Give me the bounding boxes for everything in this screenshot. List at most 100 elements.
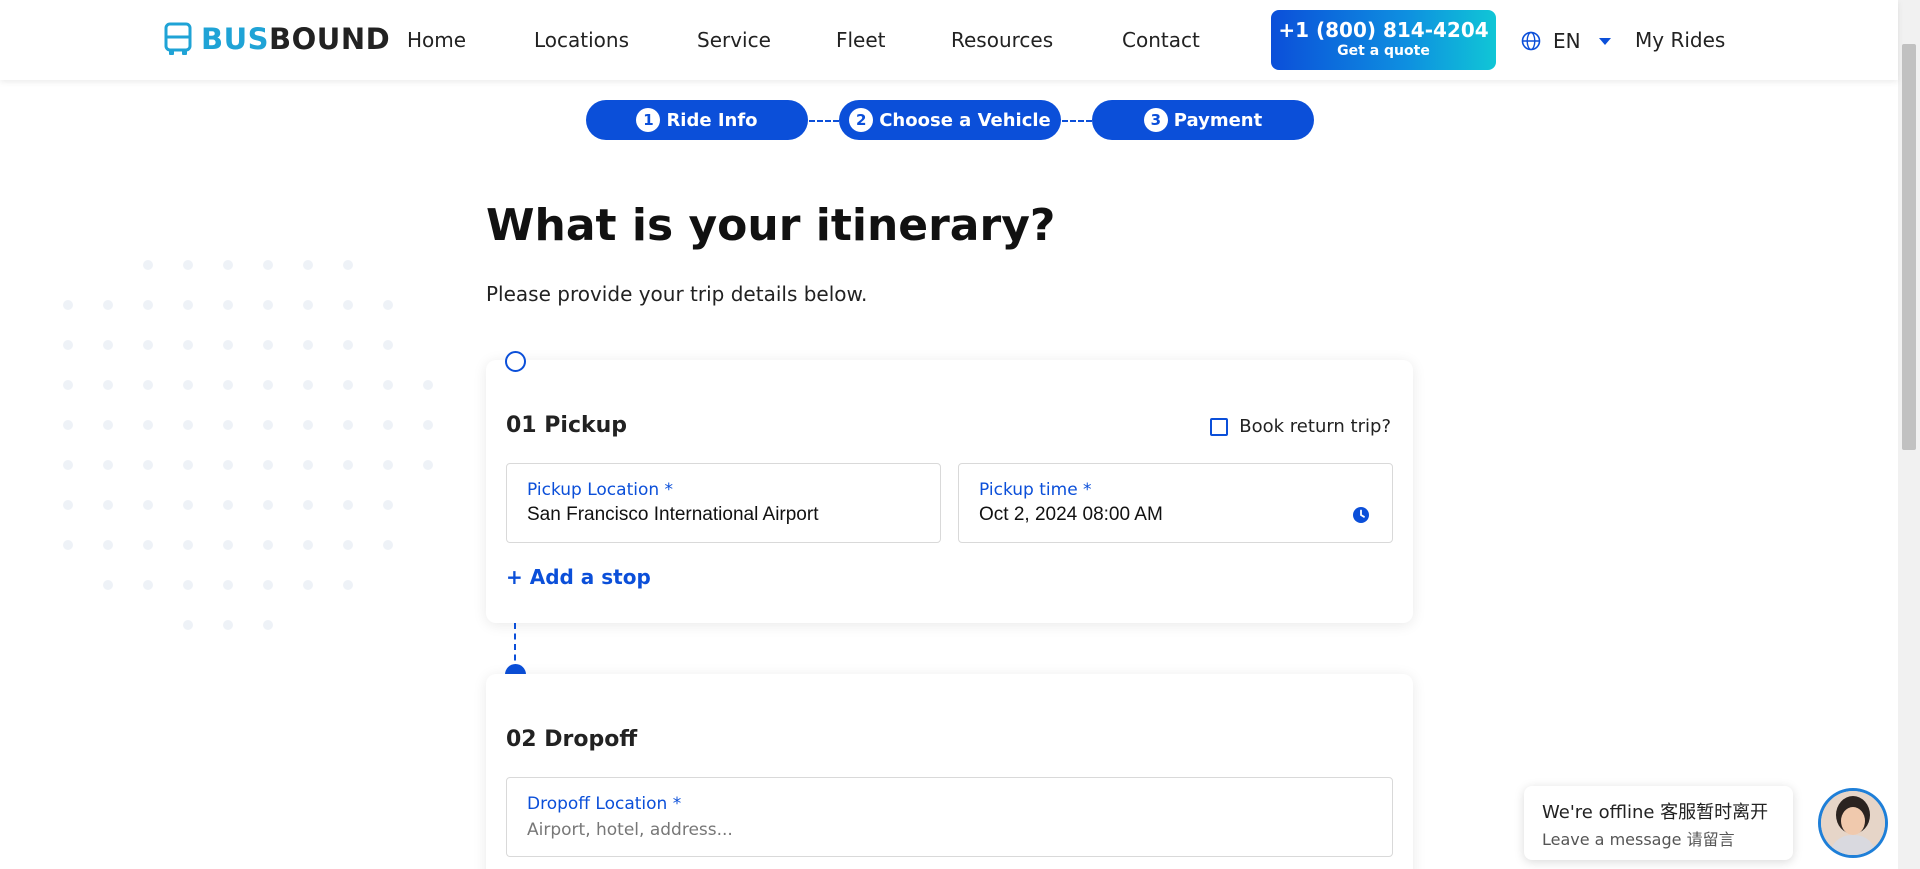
- pattern-dot: [143, 540, 153, 550]
- chat-subtitle: Leave a message 请留言: [1542, 830, 1735, 849]
- book-return-checkbox[interactable]: Book return trip?: [1210, 416, 1391, 437]
- pattern-dot: [263, 380, 273, 390]
- pattern-dot: [103, 500, 113, 510]
- pattern-dot: [343, 420, 353, 430]
- step-connector: [1062, 120, 1092, 122]
- pattern-dot: [63, 340, 73, 350]
- logo[interactable]: BUSBOUND: [163, 22, 390, 56]
- dropoff-location-label: Dropoff Location *: [527, 794, 682, 814]
- pattern-dot: [223, 420, 233, 430]
- pattern-dot: [103, 420, 113, 430]
- pickup-time-label: Pickup time *: [979, 480, 1092, 500]
- pattern-dot: [383, 340, 393, 350]
- chat-offline-bubble[interactable]: We're offline 客服暂时离开 Leave a message 请留言: [1524, 786, 1793, 860]
- pattern-dot: [63, 420, 73, 430]
- step-number: 2: [849, 108, 874, 132]
- pattern-dot: [383, 460, 393, 470]
- pattern-dot: [263, 260, 273, 270]
- nav-home[interactable]: Home: [407, 28, 466, 52]
- pattern-dot: [303, 500, 313, 510]
- pattern-dot: [63, 500, 73, 510]
- cta-phone: +1 (800) 814-4204: [1278, 18, 1489, 42]
- pattern-dot: [303, 340, 313, 350]
- pattern-dot: [423, 380, 433, 390]
- bus-icon: [164, 22, 192, 55]
- pattern-dot: [303, 460, 313, 470]
- pattern-dot: [63, 300, 73, 310]
- pattern-dot: [223, 540, 233, 550]
- pattern-dot: [63, 380, 73, 390]
- pattern-dot: [303, 540, 313, 550]
- step-connector: [809, 120, 839, 122]
- pattern-dot: [303, 260, 313, 270]
- scrollbar[interactable]: [1898, 0, 1920, 869]
- pattern-dot: [223, 460, 233, 470]
- site-header: BUSBOUND Home Locations Service Fleet Re…: [0, 0, 1898, 80]
- step-label: Choose a Vehicle: [879, 109, 1051, 131]
- pattern-dot: [263, 340, 273, 350]
- clock-icon[interactable]: [1352, 506, 1370, 524]
- pattern-dot: [263, 580, 273, 590]
- nav-contact[interactable]: Contact: [1122, 28, 1200, 52]
- pickup-location-value[interactable]: San Francisco International Airport: [527, 504, 819, 526]
- pattern-dot: [423, 420, 433, 430]
- pattern-dot: [143, 500, 153, 510]
- decorative-dot-pattern: [63, 260, 433, 630]
- step-choose-vehicle[interactable]: 2 Choose a Vehicle: [839, 100, 1061, 140]
- pattern-dot: [103, 380, 113, 390]
- pattern-dot: [183, 340, 193, 350]
- pickup-card: 01 Pickup Book return trip? Pickup Locat…: [486, 360, 1413, 623]
- pattern-dot: [63, 540, 73, 550]
- chat-agent-avatar[interactable]: [1818, 788, 1888, 858]
- pattern-dot: [343, 540, 353, 550]
- pattern-dot: [223, 300, 233, 310]
- dropoff-location-field[interactable]: Dropoff Location * Airport, hotel, addre…: [506, 777, 1393, 857]
- nav-resources[interactable]: Resources: [951, 28, 1053, 52]
- pattern-dot: [343, 260, 353, 270]
- pattern-dot: [303, 580, 313, 590]
- pickup-title: 01 Pickup: [506, 413, 628, 438]
- step-ride-info[interactable]: 1 Ride Info: [586, 100, 808, 140]
- pattern-dot: [423, 460, 433, 470]
- pickup-time-field[interactable]: Pickup time * Oct 2, 2024 08:00 AM: [958, 463, 1393, 543]
- pattern-dot: [143, 260, 153, 270]
- pattern-dot: [183, 300, 193, 310]
- step-number: 3: [1143, 108, 1168, 132]
- pattern-dot: [143, 300, 153, 310]
- get-quote-button[interactable]: +1 (800) 814-4204 Get a quote: [1271, 10, 1496, 70]
- pattern-dot: [183, 500, 193, 510]
- language-selector[interactable]: EN: [1521, 29, 1611, 53]
- add-stop-link[interactable]: + Add a stop: [506, 565, 651, 589]
- pickup-location-field[interactable]: Pickup Location * San Francisco Internat…: [506, 463, 941, 543]
- pattern-dot: [383, 500, 393, 510]
- nav-fleet[interactable]: Fleet: [836, 28, 886, 52]
- pattern-dot: [343, 300, 353, 310]
- logo-text: BUSBOUND: [201, 22, 391, 56]
- pattern-dot: [223, 500, 233, 510]
- my-rides-link[interactable]: My Rides: [1635, 28, 1725, 52]
- dropoff-card: 02 Dropoff Dropoff Location * Airport, h…: [486, 674, 1413, 869]
- pattern-dot: [143, 420, 153, 430]
- step-payment[interactable]: 3 Payment: [1092, 100, 1314, 140]
- pattern-dot: [343, 340, 353, 350]
- step-number: 1: [636, 108, 661, 132]
- pattern-dot: [103, 300, 113, 310]
- nav-service[interactable]: Service: [697, 28, 771, 52]
- pickup-location-label: Pickup Location *: [527, 480, 674, 500]
- pattern-dot: [223, 620, 233, 630]
- pattern-dot: [383, 380, 393, 390]
- pattern-dot: [183, 420, 193, 430]
- pattern-dot: [383, 420, 393, 430]
- scrollbar-thumb[interactable]: [1902, 44, 1916, 450]
- pattern-dot: [143, 460, 153, 470]
- dropoff-location-input[interactable]: Airport, hotel, address...: [527, 820, 733, 840]
- pattern-dot: [303, 380, 313, 390]
- chat-title: We're offline 客服暂时离开: [1542, 802, 1769, 823]
- pattern-dot: [143, 580, 153, 590]
- checkbox-box[interactable]: [1210, 417, 1229, 436]
- pattern-dot: [263, 500, 273, 510]
- nav-locations[interactable]: Locations: [534, 28, 629, 52]
- pickup-time-value[interactable]: Oct 2, 2024 08:00 AM: [979, 504, 1163, 526]
- pattern-dot: [263, 460, 273, 470]
- language-label: EN: [1553, 29, 1581, 53]
